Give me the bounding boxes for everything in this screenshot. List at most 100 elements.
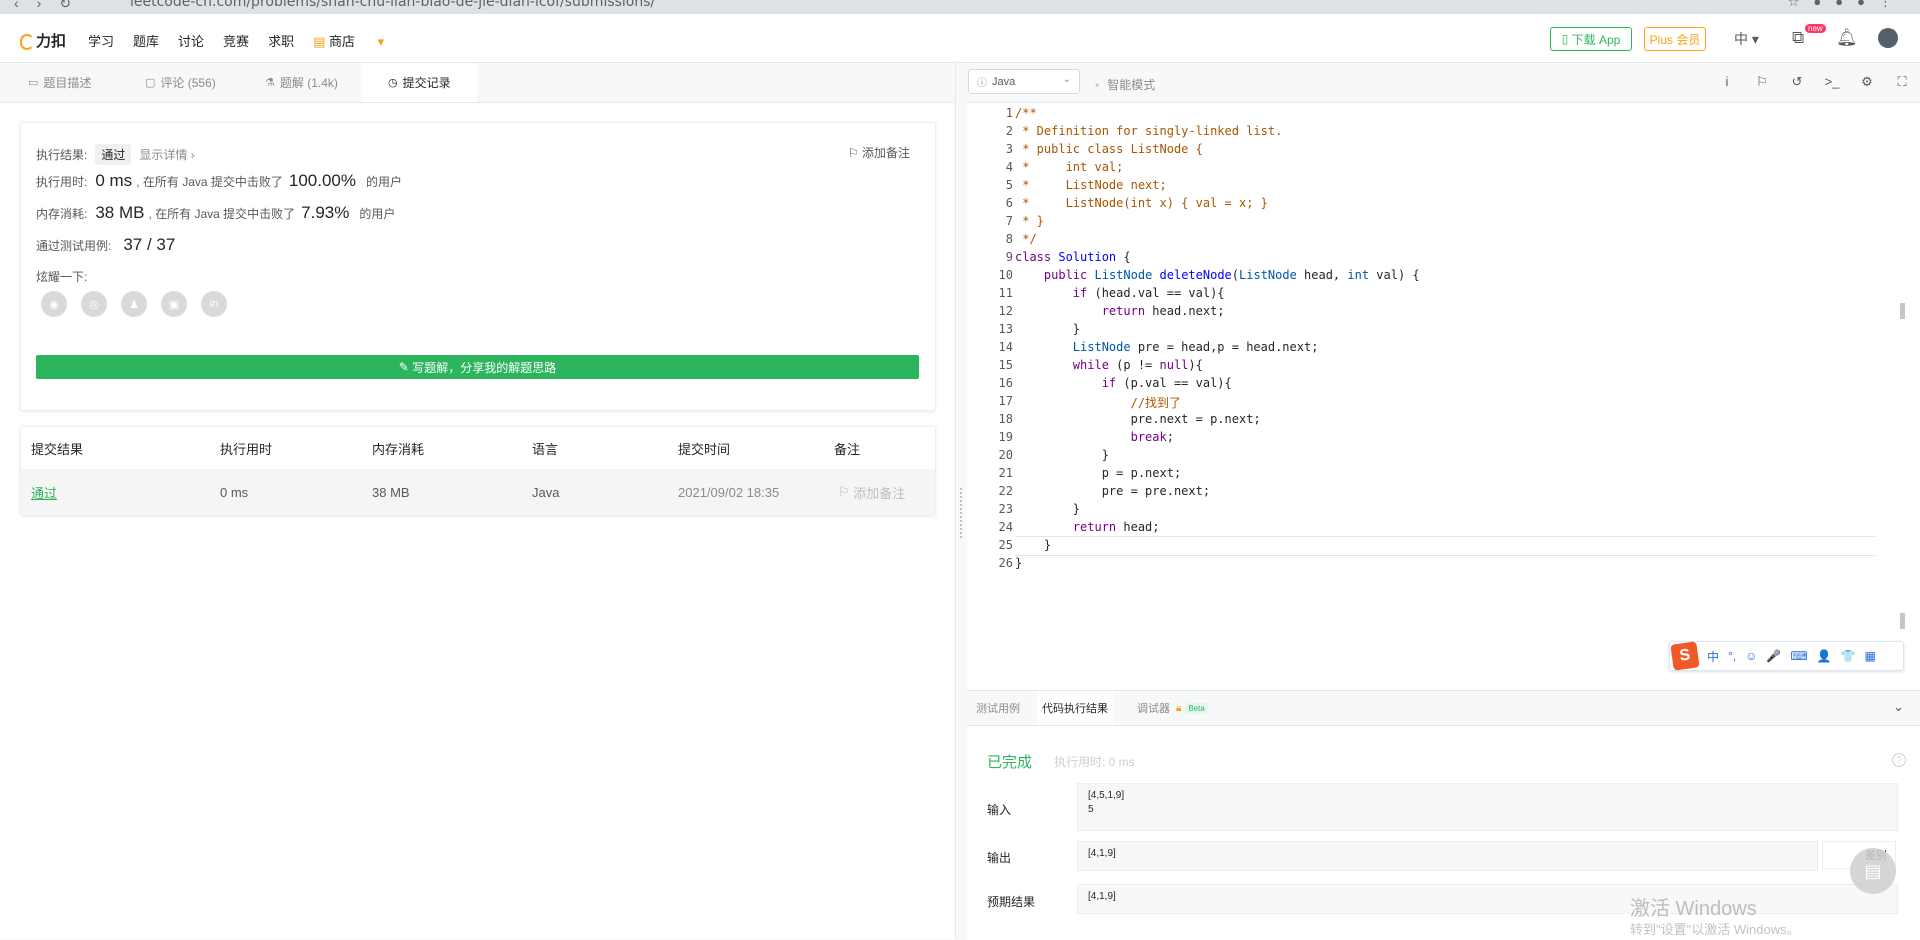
line-number: 23 <box>998 502 1013 516</box>
ime-menu-icon[interactable]: ▦ <box>1865 649 1876 663</box>
fullscreen-icon[interactable]: ⛶ <box>1894 74 1910 90</box>
code-line[interactable]: * ListNode(int x) { val = x; } <box>1015 196 1268 210</box>
code-line[interactable]: return head; <box>1015 520 1160 534</box>
gear-icon[interactable]: ⚙ <box>1859 74 1875 90</box>
browser-toolbar: ‹›↻ leetcode-cn.com/problems/shan-chu-li… <box>0 0 1920 14</box>
help-icon[interactable]: ? <box>1892 753 1906 767</box>
submission-panel: 执行结果: 通过 显示详情 › ⚐ 添加备注 执行用时: 0 ms , 在所有 … <box>0 103 955 939</box>
splitter-handle[interactable] <box>960 488 965 538</box>
avatar[interactable] <box>1878 28 1898 48</box>
scrollbar-marker[interactable] <box>1900 613 1905 629</box>
notes-float-button[interactable]: ▤ <box>1850 848 1896 894</box>
file-text-icon: ▭ <box>28 77 39 89</box>
row-add-note-button[interactable]: ⚐ 添加备注 <box>838 469 905 515</box>
activation-watermark-title: 激活 Windows <box>1630 898 1757 920</box>
code-line[interactable]: * ListNode next; <box>1015 178 1167 192</box>
result-link[interactable]: 通过 <box>31 469 57 515</box>
language-select[interactable]: ⓘ Java ⌄ <box>968 69 1080 94</box>
browser-nav-icons[interactable]: ‹›↻ <box>14 0 89 12</box>
ime-chinese-mode[interactable]: 中 <box>1707 648 1719 665</box>
code-line[interactable]: */ <box>1015 232 1036 246</box>
address-bar[interactable]: leetcode-cn.com/problems/shan-chu-lian-b… <box>130 0 655 10</box>
nav-link-store[interactable]: ▤ 商店 ▾ <box>313 31 384 50</box>
smart-mode-toggle[interactable]: 智能模式 <box>1095 76 1155 93</box>
ime-voice-icon[interactable]: 🎤 <box>1766 649 1781 663</box>
ime-toolbar[interactable]: S 中 °, ☺ 🎤 ⌨ 👤 👕 ▦ <box>1669 641 1904 671</box>
terminal-icon[interactable]: >_ <box>1824 74 1840 90</box>
code-line[interactable]: /** <box>1015 106 1037 120</box>
code-line[interactable]: } <box>1015 322 1080 336</box>
tab-run-result[interactable]: 代码执行结果 <box>1037 691 1113 725</box>
douban-icon[interactable]: ▣ <box>161 291 187 317</box>
code-line[interactable]: class Solution { <box>1015 250 1131 264</box>
code-line[interactable]: } <box>1015 538 1051 552</box>
ime-keyboard-icon[interactable]: ⌨ <box>1790 649 1807 663</box>
add-note-button[interactable]: ⚐ 添加备注 <box>848 144 910 161</box>
tab-debugger[interactable]: 调试器 🔒︎ Beta <box>1137 691 1208 725</box>
table-header: 提交结果 执行用时 内存消耗 语言 提交时间 备注 <box>21 427 935 469</box>
line-number: 10 <box>998 268 1013 282</box>
language-switch[interactable]: 中 ▾ <box>1734 29 1759 49</box>
wechat-icon[interactable]: ◉ <box>41 291 67 317</box>
lock-icon: 🔒︎ <box>1176 702 1182 714</box>
sogou-logo-icon: S <box>1670 641 1700 671</box>
tab-solutions[interactable]: ⚗ 题解 (1.4k) <box>265 63 338 102</box>
code-line[interactable]: if (head.val == val){ <box>1015 286 1225 300</box>
ime-punctuation-icon[interactable]: °, <box>1728 649 1736 663</box>
code-line[interactable]: ListNode pre = head,p = head.next; <box>1015 340 1319 354</box>
chevron-down-icon: ⌄ <box>1062 74 1071 85</box>
status-badge: 通过 <box>95 144 132 165</box>
download-app-button[interactable]: ▯ 下载 App <box>1550 27 1632 51</box>
code-line[interactable]: public ListNode deleteNode(ListNode head… <box>1015 268 1420 282</box>
nav-link-discuss[interactable]: 讨论 <box>178 31 204 50</box>
code-line[interactable]: * int val; <box>1015 160 1123 174</box>
nav-link-problems[interactable]: 题库 <box>133 31 159 50</box>
tab-submissions[interactable]: ◷ 提交记录 <box>361 63 477 102</box>
ime-emoji-icon[interactable]: ☺ <box>1745 649 1757 663</box>
tab-testcase[interactable]: 测试用例 <box>976 691 1020 725</box>
line-number: 22 <box>998 484 1013 498</box>
browser-extension-icons[interactable]: ☆●●●⋮ <box>1788 0 1906 10</box>
reset-icon[interactable]: ↺ <box>1789 74 1805 90</box>
tab-comments[interactable]: ▢ 评论 (556) <box>145 63 216 102</box>
leetcode-logo[interactable]: 力扣 <box>18 30 66 51</box>
scrollbar-marker[interactable] <box>1900 303 1905 319</box>
code-line[interactable]: } <box>1015 556 1022 570</box>
bell-icon[interactable]: 🔔︎ <box>1836 28 1858 48</box>
line-number: 25 <box>998 538 1013 552</box>
nav-link-contest[interactable]: 竞赛 <box>223 31 249 50</box>
flag-icon[interactable]: ⚐ <box>1754 74 1770 90</box>
line-number: 26 <box>998 556 1013 570</box>
code-line[interactable]: return head.next; <box>1015 304 1225 318</box>
code-line[interactable]: p = p.next; <box>1015 466 1181 480</box>
code-line[interactable]: * public class ListNode { <box>1015 142 1203 156</box>
code-line[interactable]: pre = pre.next; <box>1015 484 1210 498</box>
plus-member-button[interactable]: Plus 会员 <box>1644 27 1706 51</box>
code-line[interactable]: if (p.val == val){ <box>1015 376 1232 390</box>
linkedin-icon[interactable]: in <box>201 291 227 317</box>
nav-link-jobs[interactable]: 求职 <box>268 31 294 50</box>
code-line[interactable]: //找到了 <box>1015 394 1181 411</box>
show-details-link[interactable]: 显示详情 › <box>139 146 194 163</box>
ime-skin-icon[interactable]: 👕 <box>1841 649 1856 663</box>
ime-user-icon[interactable]: 👤 <box>1817 649 1832 663</box>
code-editor[interactable]: 1/** 2 * Definition for singly-linked lis… <box>967 103 1907 703</box>
nav-link-learn[interactable]: 学习 <box>88 31 114 50</box>
code-line[interactable]: pre.next = p.next; <box>1015 412 1261 426</box>
memory-row: 内存消耗: 38 MB , 在所有 Java 提交中击败了 7.93% 的用户 <box>36 203 396 222</box>
qq-icon[interactable]: ♟ <box>121 291 147 317</box>
write-solution-button[interactable]: ✎ 写题解，分享我的解题思路 <box>36 355 919 379</box>
weibo-icon[interactable]: ◎ <box>81 291 107 317</box>
info-icon[interactable]: i <box>1719 74 1735 90</box>
code-line[interactable]: while (p != null){ <box>1015 358 1203 372</box>
chevron-down-icon[interactable]: ⌄ <box>1893 699 1904 715</box>
code-line[interactable]: * } <box>1015 214 1044 228</box>
code-line[interactable]: break; <box>1015 430 1174 444</box>
line-number: 11 <box>998 286 1013 300</box>
code-line[interactable]: } <box>1015 448 1109 462</box>
tab-description[interactable]: ▭ 题目描述 <box>28 63 91 102</box>
code-line[interactable]: } <box>1015 502 1080 516</box>
playground-icon[interactable]: ⧉ <box>1792 28 1804 48</box>
code-line[interactable]: * Definition for singly-linked list. <box>1015 124 1282 138</box>
beta-badge: Beta <box>1185 702 1208 714</box>
